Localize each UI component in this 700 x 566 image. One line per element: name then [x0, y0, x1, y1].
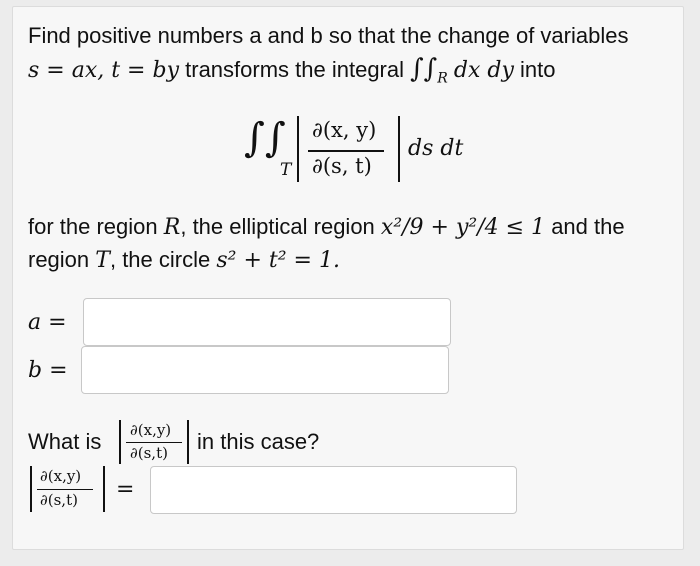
jacobian-question-post: in this case?	[197, 429, 320, 454]
region-text-2: region	[28, 247, 90, 272]
region-t-subscript: T	[280, 160, 292, 180]
problem-statement-text: Find positive numbers a and b so that th…	[28, 23, 629, 48]
small-jacobian-numerator: ∂(x,y)	[130, 421, 172, 439]
displayed-integral: ∫∫ T ∂(x, y) ∂(s, t) ds dt	[240, 108, 480, 188]
region-t-math: T	[95, 248, 110, 273]
answer-abs-left-bar	[30, 466, 32, 512]
into-text: into	[520, 57, 556, 82]
answer-abs-right-bar	[103, 466, 105, 512]
abs-left-bar	[297, 116, 299, 182]
small-jacobian-denominator: ∂(s,t)	[130, 444, 168, 462]
elliptical-text: , the elliptical region	[180, 214, 375, 239]
problem-line-3: for the region R, the elliptical region …	[28, 213, 625, 242]
answer-equals-sign: =	[116, 477, 135, 502]
answer-jacobian-denominator: ∂(s,t)	[40, 491, 78, 509]
b-label: b =	[28, 358, 68, 383]
problem-line-4: region T, the circle s² + t² = 1.	[28, 246, 340, 275]
answer-jacobian-line	[37, 489, 93, 490]
region-r-math: R	[163, 215, 181, 240]
jacobian-question-pre: What is	[28, 429, 102, 454]
circle-text: , the circle	[109, 247, 211, 272]
circle-equation: s² + t² = 1.	[216, 248, 340, 273]
problem-line-2: s = ax, t = by transforms the integral ∫…	[28, 55, 556, 85]
region-text: for the region	[28, 214, 158, 239]
ellipse-inequality: x²/9 + y²/4 ≤ 1	[380, 215, 546, 240]
small-abs-left-bar	[119, 420, 121, 464]
dsdt-math: ds dt	[408, 136, 464, 161]
small-jacobian-line	[126, 442, 182, 443]
jacobian-fraction-line	[308, 150, 384, 152]
abs-right-bar	[398, 116, 400, 182]
dxdy-math: dx dy	[453, 58, 514, 83]
substitution-math: s = ax, t = by	[28, 58, 179, 83]
b-input[interactable]	[81, 346, 449, 394]
small-abs-right-bar	[187, 420, 189, 464]
a-input[interactable]	[83, 298, 451, 346]
jacobian-input[interactable]	[150, 466, 517, 514]
double-integral-symbol: ∫∫	[410, 54, 438, 84]
jacobian-denominator: ∂(s, t)	[312, 154, 372, 178]
region-r-subscript: R	[437, 70, 448, 87]
a-label: a =	[28, 310, 67, 335]
display-integral-symbol: ∫∫	[244, 115, 286, 161]
answer-jacobian-numerator: ∂(x,y)	[40, 467, 82, 485]
and-the-text: and the	[551, 214, 625, 239]
problem-line-1: Find positive numbers a and b so that th…	[28, 22, 628, 50]
transforms-text: transforms the integral	[185, 57, 404, 82]
jacobian-numerator: ∂(x, y)	[312, 118, 377, 142]
